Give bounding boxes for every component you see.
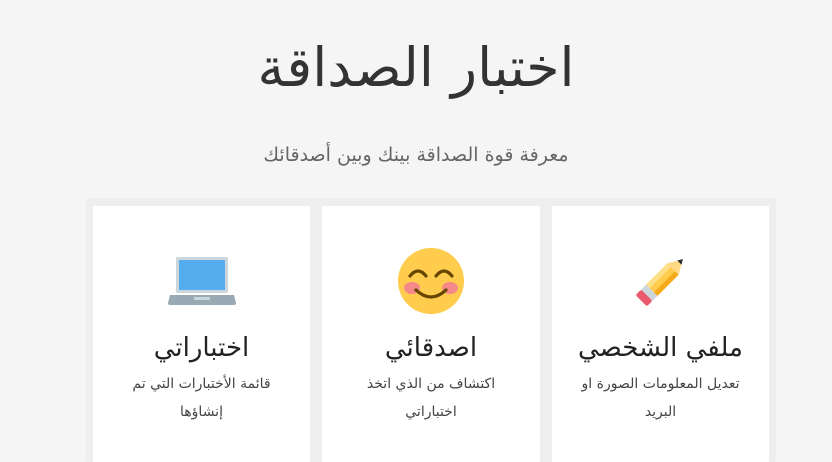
laptop-icon	[93, 246, 310, 316]
card-my-profile[interactable]: ملفي الشخصي تعديل المعلومات الصورة او ال…	[552, 206, 769, 462]
card-title: ملفي الشخصي	[578, 333, 743, 363]
page: اختبار الصداقة معرفة قوة الصداقة بينك وب…	[0, 0, 832, 462]
card-title: اختباراتي	[153, 333, 250, 363]
page-subtitle: معرفة قوة الصداقة بينك وبين أصدقائك	[263, 144, 569, 166]
card-my-quizzes[interactable]: اختباراتي قائمة الأختبارات التي تم إنشاؤ…	[93, 206, 310, 462]
page-title: اختبار الصداقة	[257, 36, 575, 99]
cards-container: ملفي الشخصي تعديل المعلومات الصورة او ال…	[86, 198, 776, 462]
card-description: تعديل المعلومات الصورة او البريد	[581, 376, 740, 420]
card-description: قائمة الأختبارات التي تم إنشاؤها	[132, 376, 271, 420]
pencil-icon	[552, 246, 769, 316]
card-description: اكتشاف من الذي اتخذ اختباراتي	[366, 376, 496, 420]
card-title: اصدقائي	[384, 333, 478, 363]
card-my-friends[interactable]: اصدقائي اكتشاف من الذي اتخذ اختباراتي	[322, 206, 540, 462]
smiling-face-icon	[322, 246, 540, 316]
